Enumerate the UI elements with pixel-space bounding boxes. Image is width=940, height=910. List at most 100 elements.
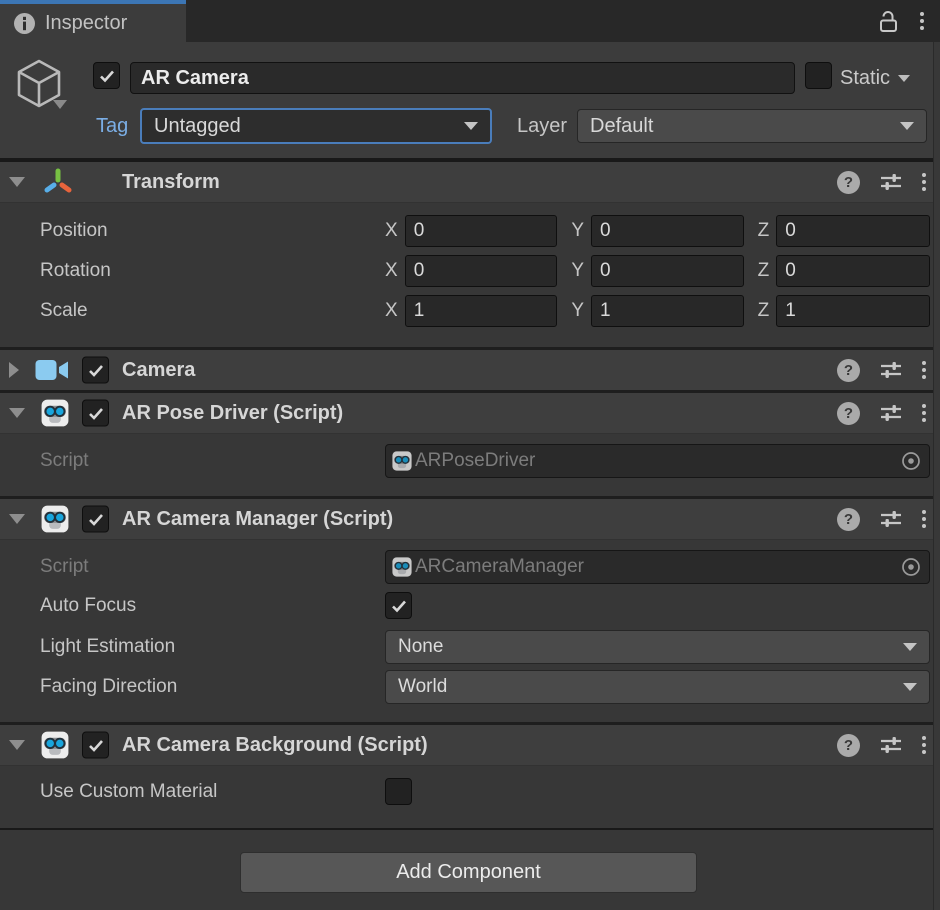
scale-label: Scale	[40, 295, 88, 327]
info-icon	[13, 12, 36, 35]
ar-script-icon	[392, 451, 412, 471]
rotation-y-field[interactable]: 0	[591, 255, 744, 287]
transform-body: Position X 0 Y 0 Z 0 Rotation X 0 Y 0 Z …	[0, 203, 940, 347]
transform-header[interactable]: Transform ?	[0, 162, 940, 203]
gameobject-icon-dropdown-arrow[interactable]	[53, 100, 67, 109]
name-field[interactable]: AR Camera	[130, 62, 795, 94]
foldout-open-icon[interactable]	[9, 408, 25, 418]
add-component-button[interactable]: Add Component	[240, 852, 697, 893]
presets-icon[interactable]	[879, 733, 903, 757]
transform-title: Transform	[122, 162, 220, 202]
tab-title: Inspector	[45, 12, 127, 35]
ar-camera-background-title: AR Camera Background (Script)	[122, 725, 428, 765]
gameobject-header: AR Camera Static Tag Untagged Layer Defa…	[0, 42, 940, 160]
scale-z-field[interactable]: 1	[776, 295, 930, 327]
rotation-row: Rotation X 0 Y 0 Z 0	[0, 255, 940, 287]
help-icon[interactable]: ?	[837, 171, 860, 194]
auto-focus-label: Auto Focus	[40, 592, 136, 619]
help-icon[interactable]: ?	[837, 359, 860, 382]
position-z-field[interactable]: 0	[776, 215, 930, 247]
static-dropdown[interactable]: Static	[840, 62, 910, 94]
kebab-menu-icon[interactable]	[922, 361, 926, 379]
facing-direction-row: Facing Direction World	[0, 670, 940, 704]
foldout-open-icon[interactable]	[9, 177, 25, 187]
facing-direction-dropdown[interactable]: World	[385, 670, 930, 704]
y-axis-label: Y	[571, 260, 584, 282]
foldout-closed-icon[interactable]	[9, 362, 19, 378]
camera-enabled-checkbox[interactable]	[82, 357, 109, 384]
light-estimation-value: None	[398, 636, 443, 658]
kebab-menu-icon[interactable]	[922, 173, 926, 191]
active-checkbox[interactable]	[93, 62, 120, 89]
use-custom-material-checkbox[interactable]	[385, 778, 412, 805]
camera-header[interactable]: Camera ?	[0, 350, 940, 390]
object-picker-icon[interactable]	[901, 557, 921, 577]
light-estimation-dropdown[interactable]: None	[385, 630, 930, 664]
script-object-field[interactable]: ARCameraManager	[385, 550, 930, 584]
rotation-x-field[interactable]: 0	[405, 255, 558, 287]
position-label: Position	[40, 215, 108, 247]
rotation-label: Rotation	[40, 255, 111, 287]
scale-x-field[interactable]: 1	[405, 295, 558, 327]
inspector-panel: Inspector AR Camera Static Tag	[0, 0, 940, 910]
foldout-open-icon[interactable]	[9, 514, 25, 524]
layer-value: Default	[590, 115, 653, 138]
position-x-field[interactable]: 0	[405, 215, 558, 247]
position-y-field[interactable]: 0	[591, 215, 744, 247]
chevron-down-icon	[900, 122, 914, 130]
ar-pose-driver-enabled-checkbox[interactable]	[82, 400, 109, 427]
unlock-icon[interactable]	[877, 9, 900, 34]
ar-camera-manager-body: Script ARCameraManager Auto Focus	[0, 540, 940, 722]
use-custom-material-label: Use Custom Material	[40, 778, 217, 805]
static-dropdown-arrow	[898, 75, 910, 82]
ar-camera-background-body: Use Custom Material	[0, 766, 940, 828]
script-label: Script	[40, 550, 89, 584]
auto-focus-checkbox[interactable]	[385, 592, 412, 619]
ar-camera-background-enabled-checkbox[interactable]	[82, 732, 109, 759]
presets-icon[interactable]	[879, 358, 903, 382]
tag-label: Tag	[96, 108, 128, 144]
x-axis-label: X	[385, 260, 398, 282]
kebab-menu-icon[interactable]	[922, 736, 926, 754]
layer-label: Layer	[517, 108, 567, 144]
scrollbar-gutter[interactable]	[933, 42, 940, 910]
presets-icon[interactable]	[879, 507, 903, 531]
ar-camera-background-header[interactable]: AR Camera Background (Script) ?	[0, 725, 940, 766]
ar-camera-manager-header[interactable]: AR Camera Manager (Script) ?	[0, 499, 940, 540]
ar-pose-driver-header[interactable]: AR Pose Driver (Script) ?	[0, 393, 940, 434]
script-label: Script	[40, 444, 89, 478]
kebab-menu-icon[interactable]	[920, 12, 924, 30]
z-axis-label: Z	[758, 220, 770, 242]
help-icon[interactable]: ?	[837, 402, 860, 425]
ar-script-icon	[41, 731, 69, 759]
tab-bar: Inspector	[0, 0, 940, 42]
static-label: Static	[840, 67, 890, 90]
kebab-menu-icon[interactable]	[922, 404, 926, 422]
x-axis-label: X	[385, 220, 398, 242]
chevron-down-icon	[903, 643, 917, 651]
check-icon	[87, 361, 105, 379]
presets-icon[interactable]	[879, 170, 903, 194]
z-axis-label: Z	[758, 300, 770, 322]
ar-camera-manager-enabled-checkbox[interactable]	[82, 506, 109, 533]
x-axis-label: X	[385, 300, 398, 322]
presets-icon[interactable]	[879, 401, 903, 425]
script-object-field[interactable]: ARPoseDriver	[385, 444, 930, 478]
object-picker-icon[interactable]	[901, 451, 921, 471]
help-icon[interactable]: ?	[837, 508, 860, 531]
tab-inspector[interactable]: Inspector	[0, 0, 186, 42]
help-icon[interactable]: ?	[837, 734, 860, 757]
script-value: ARPoseDriver	[415, 450, 535, 472]
static-checkbox[interactable]	[805, 62, 832, 89]
rotation-z-field[interactable]: 0	[776, 255, 930, 287]
scale-y-field[interactable]: 1	[591, 295, 744, 327]
layer-dropdown[interactable]: Default	[577, 109, 927, 143]
script-row: Script ARPoseDriver	[0, 444, 940, 478]
tag-value: Untagged	[154, 115, 241, 138]
kebab-menu-icon[interactable]	[922, 510, 926, 528]
script-value: ARCameraManager	[415, 556, 584, 578]
ar-pose-driver-body: Script ARPoseDriver	[0, 434, 940, 496]
tag-dropdown[interactable]: Untagged	[140, 108, 492, 144]
script-row: Script ARCameraManager	[0, 550, 940, 584]
foldout-open-icon[interactable]	[9, 740, 25, 750]
